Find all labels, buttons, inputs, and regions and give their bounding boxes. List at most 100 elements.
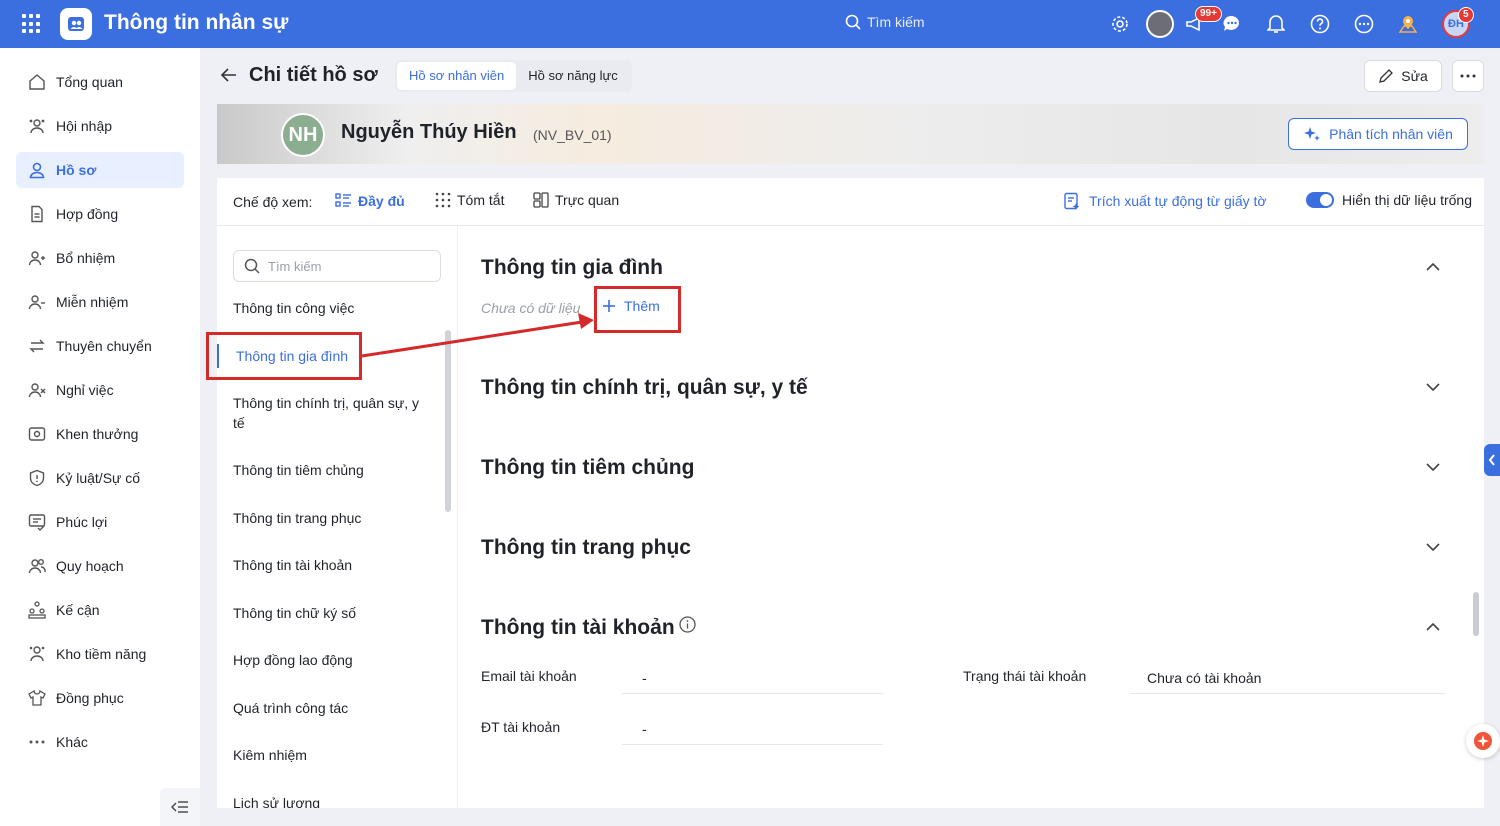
highlight-box-add — [594, 286, 681, 333]
sidebar-item-label: Phúc lợi — [56, 514, 108, 530]
chevron-down-icon[interactable] — [1425, 462, 1441, 472]
sidebar-item-phuc-loi[interactable]: Phúc lợi — [16, 504, 184, 540]
tab-ho-so-nang-luc[interactable]: Hồ sơ năng lực — [516, 62, 630, 90]
section-search-placeholder: Tìm kiếm — [268, 258, 322, 274]
profile-banner: NH Nguyễn Thúy Hiền (NV_BV_01) Phân tích… — [217, 104, 1484, 164]
sidebar-item-label: Thuyên chuyển — [56, 338, 152, 354]
side-panel-toggle[interactable] — [1484, 444, 1500, 476]
show-empty-toggle[interactable] — [1306, 192, 1334, 208]
view-mode-bar: Chế độ xem: Đầy đủ Tóm tắt Trực quan Trí… — [217, 178, 1484, 226]
more-circle-icon[interactable] — [1353, 13, 1375, 35]
section-title-uniform: Thông tin trang phục — [481, 536, 691, 559]
apps-grid-icon[interactable] — [22, 14, 42, 34]
avatar[interactable] — [1146, 10, 1174, 38]
tab-ho-so-nhan-vien[interactable]: Hồ sơ nhân viên — [397, 62, 517, 90]
section-nav-item[interactable]: Thông tin chính trị, quân sự, y tế — [233, 393, 433, 433]
help-icon[interactable] — [1309, 13, 1331, 35]
chat-icon[interactable] — [1221, 13, 1243, 35]
benefit-icon — [28, 514, 46, 531]
section-nav-item[interactable]: Thông tin tiêm chủng — [233, 460, 433, 480]
field-value-email: - — [622, 664, 883, 694]
sidebar-item-hoi-nhap[interactable]: Hội nhập — [16, 108, 184, 144]
section-nav-item[interactable]: Quá trình công tác — [233, 698, 433, 718]
section-nav-item[interactable]: Lịch sử lương — [233, 793, 433, 808]
view-mode-summary-label: Tóm tắt — [457, 192, 505, 208]
section-search-input[interactable]: Tìm kiếm — [233, 250, 441, 282]
global-search[interactable]: Tìm kiếm — [845, 14, 925, 30]
pencil-icon — [1379, 68, 1394, 83]
employee-name: Nguyễn Thúy Hiền — [341, 121, 517, 143]
app-logo — [60, 8, 92, 40]
location-icon[interactable] — [1397, 13, 1419, 35]
sidebar-item-label: Miễn nhiệm — [56, 294, 129, 310]
sidebar-item-mien-nhiem[interactable]: Miễn nhiệm — [16, 284, 184, 320]
sidebar: Tổng quan Hội nhập Hồ sơ Hợp đồng Bổ nhi… — [0, 48, 200, 826]
chevron-down-icon[interactable] — [1425, 542, 1441, 552]
chevron-up-icon[interactable] — [1425, 262, 1441, 272]
sidebar-item-dong-phuc[interactable]: Đồng phục — [16, 680, 184, 716]
shirt-icon — [28, 689, 46, 706]
section-title-account: Thông tin tài khoản — [481, 616, 675, 639]
employee-avatar: NH — [281, 113, 325, 157]
analyze-employee-button[interactable]: Phân tích nhân viên — [1288, 118, 1468, 150]
bell-icon[interactable] — [1265, 13, 1287, 35]
section-nav-item[interactable]: Hợp đồng lao động — [233, 650, 433, 670]
edit-button[interactable]: Sửa — [1364, 60, 1442, 92]
sidebar-item-ky-luat[interactable]: Kỷ luật/Sự cố — [16, 460, 184, 496]
content-scrollbar[interactable] — [1473, 592, 1479, 636]
sidebar-item-kho-tiem-nang[interactable]: Kho tiềm năng — [16, 636, 184, 672]
page-title: Chi tiết hồ sơ — [249, 64, 378, 86]
user-minus-icon — [28, 295, 45, 310]
edit-label: Sửa — [1401, 68, 1428, 84]
sidebar-item-label: Kỷ luật/Sự cố — [56, 470, 141, 486]
section-nav-item[interactable]: Kiêm nhiệm — [233, 745, 433, 765]
sparkle-icon — [1474, 732, 1492, 750]
section-nav-item[interactable]: Thông tin trang phục — [233, 508, 433, 528]
view-mode-full[interactable]: Đầy đủ — [335, 192, 405, 209]
view-mode-full-label: Đầy đủ — [358, 192, 405, 209]
view-mode-summary[interactable]: Tóm tắt — [435, 192, 504, 208]
back-arrow-icon[interactable] — [220, 66, 238, 89]
sidebar-item-tong-quan[interactable]: Tổng quan — [16, 64, 184, 100]
collapse-sidebar-button[interactable] — [160, 788, 200, 826]
sidebar-item-ho-so[interactable]: Hồ sơ — [16, 152, 184, 188]
gear-icon[interactable] — [1109, 13, 1131, 35]
home-icon — [29, 74, 45, 90]
chevron-down-icon[interactable] — [1425, 382, 1441, 392]
auto-extract-button[interactable]: Trích xuất tự động từ giấy tờ — [1063, 192, 1267, 210]
sidebar-item-hop-dong[interactable]: Hợp đồng — [16, 196, 184, 232]
sidebar-item-thuyen-chuyen[interactable]: Thuyên chuyển — [16, 328, 184, 364]
sidebar-item-label: Đồng phục — [56, 690, 124, 706]
sparkle-icon — [1304, 127, 1321, 141]
sidebar-item-label: Khen thưởng — [56, 426, 139, 442]
sidebar-item-khen-thuong[interactable]: Khen thưởng — [16, 416, 184, 452]
chevron-up-icon[interactable] — [1425, 622, 1441, 632]
section-title-political: Thông tin chính trị, quân sự, y tế — [481, 376, 808, 399]
info-icon[interactable] — [679, 616, 696, 633]
section-title-vaccination: Thông tin tiêm chủng — [481, 456, 695, 479]
sidebar-item-label: Kế cận — [56, 602, 100, 618]
field-value-phone: - — [622, 715, 883, 745]
section-title-family: Thông tin gia đình — [481, 256, 663, 279]
notification-badge: 99+ — [1195, 6, 1222, 22]
document-scan-icon — [1064, 192, 1080, 210]
sidebar-item-ke-can[interactable]: Kế cận — [16, 592, 184, 628]
sidebar-item-khac[interactable]: Khác — [16, 724, 184, 760]
field-label-email: Email tài khoản — [481, 668, 577, 684]
sidebar-item-label: Quy hoạch — [56, 558, 124, 574]
annotation-arrow — [361, 313, 594, 358]
sidebar-item-quy-hoach[interactable]: Quy hoạch — [16, 548, 184, 584]
more-actions-button[interactable] — [1452, 60, 1484, 92]
collapse-icon — [171, 801, 188, 813]
sidebar-item-nghi-viec[interactable]: Nghỉ việc — [16, 372, 184, 408]
section-nav-item[interactable]: Thông tin tài khoản — [233, 555, 433, 575]
users-icon — [29, 119, 45, 134]
user-icon — [29, 162, 45, 179]
auto-extract-label: Trích xuất tự động từ giấy tờ — [1089, 193, 1267, 209]
view-mode-label: Chế độ xem: — [233, 194, 313, 210]
field-label-phone: ĐT tài khoản — [481, 719, 561, 735]
ai-assistant-button[interactable] — [1466, 724, 1500, 758]
view-mode-visual[interactable]: Trực quan — [533, 192, 619, 208]
sidebar-item-bo-nhiem[interactable]: Bổ nhiệm — [16, 240, 184, 276]
section-nav-item[interactable]: Thông tin chữ ký số — [233, 603, 433, 623]
